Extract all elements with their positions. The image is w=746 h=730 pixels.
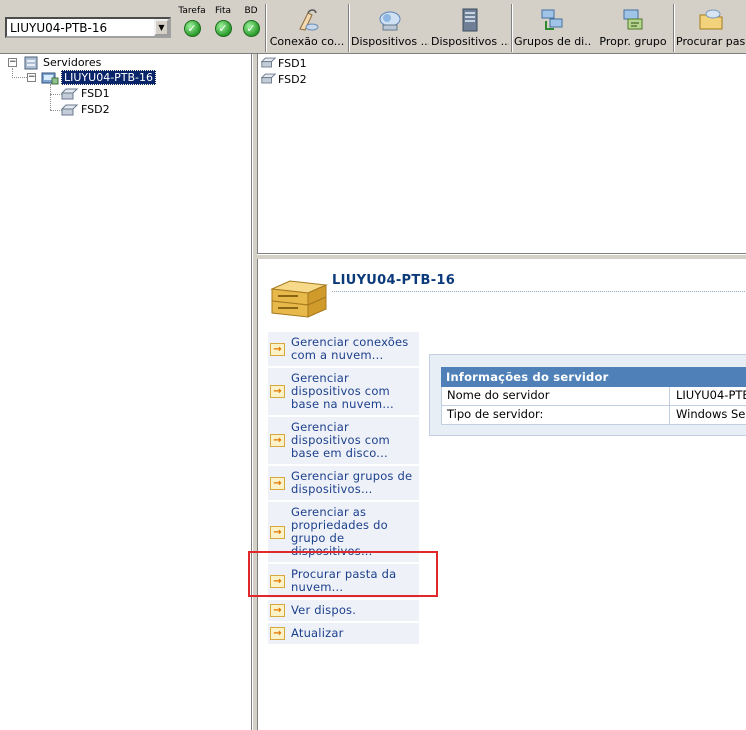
group-properties-button[interactable]: Propr. grupo [597,4,669,52]
status-label: BD [244,6,258,16]
disk-devices-icon [462,8,478,32]
check-ok-icon: ✓ [242,20,260,37]
status-fita: Fita ✓ [208,6,238,37]
device-list: FSD1 FSD2 [257,54,746,254]
page-title: LIUYU04-PTB-16 [332,273,456,288]
cloud-connection-button[interactable]: Conexão co... [268,4,346,52]
task-list: → Gerenciar conexões com a nuvem... → Ge… [268,332,419,646]
collapse-icon[interactable]: − [8,58,17,67]
cloud-devices-button[interactable]: Dispositivos ... [351,4,429,52]
tree-item-device[interactable]: FSD2 [81,103,110,116]
arrow-right-icon: → [270,604,285,617]
status-label: Fita [214,6,232,16]
check-ok-icon: ✓ [214,20,232,37]
task-manage-cloud-devices[interactable]: → Gerenciar dispositivos com base na nuv… [268,368,419,417]
group-properties-icon [623,9,643,30]
device-groups-button[interactable]: Grupos de di... [514,4,592,52]
server-info-header: Informações do servidor [441,367,746,387]
server-select-value: LIUYU04-PTB-16 [10,20,108,35]
list-item[interactable]: FSD2 [260,71,307,87]
browse-folder-icon [699,9,723,30]
device-groups-icon [541,9,563,30]
arrow-right-icon: → [270,627,285,640]
status-label: Tarefa [178,6,206,16]
tree-item-device[interactable]: FSD1 [81,87,110,100]
list-item-label: FSD2 [278,72,307,86]
cloud-devices-icon [379,11,401,31]
disk-drive-icon [60,104,78,116]
server-tree: − Servidores − LIUYU04-PTB-16 FSD1 FSD2 [0,54,252,730]
detail-pane: LIUYU04-PTB-16 → Gerenciar conexões com … [257,259,746,730]
disk-drive-icon [260,73,276,84]
disk-devices-button[interactable]: Dispositivos ... [431,4,509,52]
task-manage-device-groups[interactable]: → Gerenciar grupos de dispositivos... [268,466,419,502]
server-stack-icon [270,280,328,318]
servers-group-icon [24,56,38,70]
table-row: Tipo de servidor: Windows Server [441,406,746,425]
task-manage-cloud-connections[interactable]: → Gerenciar conexões com a nuvem... [268,332,419,368]
disk-drive-icon [260,57,276,68]
status-bd: BD ✓ [236,6,266,37]
list-item[interactable]: FSD1 [260,55,307,71]
table-row: Nome do servidor LIUYU04-PTB-16 [441,387,746,406]
arrow-right-icon: → [270,476,285,490]
toolbar: LIUYU04-PTB-16 ▼ Tarefa ✓ Fita ✓ BD ✓ Co… [0,0,746,54]
arrow-right-icon: → [270,434,285,447]
check-ok-icon: ✓ [183,20,201,37]
highlight-annotation [248,551,438,597]
server-info-panel: Informações do servidor Nome do servidor… [429,354,746,436]
task-manage-disk-devices[interactable]: → Gerenciar dispositivos com base em dis… [268,417,419,466]
status-tarefa: Tarefa ✓ [177,6,207,37]
task-refresh[interactable]: → Atualizar [268,623,419,646]
tree-item-server[interactable]: LIUYU04-PTB-16 [61,70,157,85]
tree-item-servers[interactable]: Servidores [43,56,101,69]
chevron-down-icon[interactable]: ▼ [154,19,169,36]
disk-drive-icon [60,88,78,100]
arrow-right-icon: → [270,342,285,356]
server-select[interactable]: LIUYU04-PTB-16 ▼ [5,17,171,38]
list-item-label: FSD1 [278,56,307,70]
arrow-right-icon: → [270,385,285,398]
collapse-icon[interactable]: − [27,73,36,82]
task-view-devices[interactable]: → Ver dispos. [268,600,419,623]
browse-folder-button[interactable]: Procurar pas... [676,4,746,52]
cloud-connection-icon [299,9,319,31]
arrow-right-icon: → [270,525,285,539]
